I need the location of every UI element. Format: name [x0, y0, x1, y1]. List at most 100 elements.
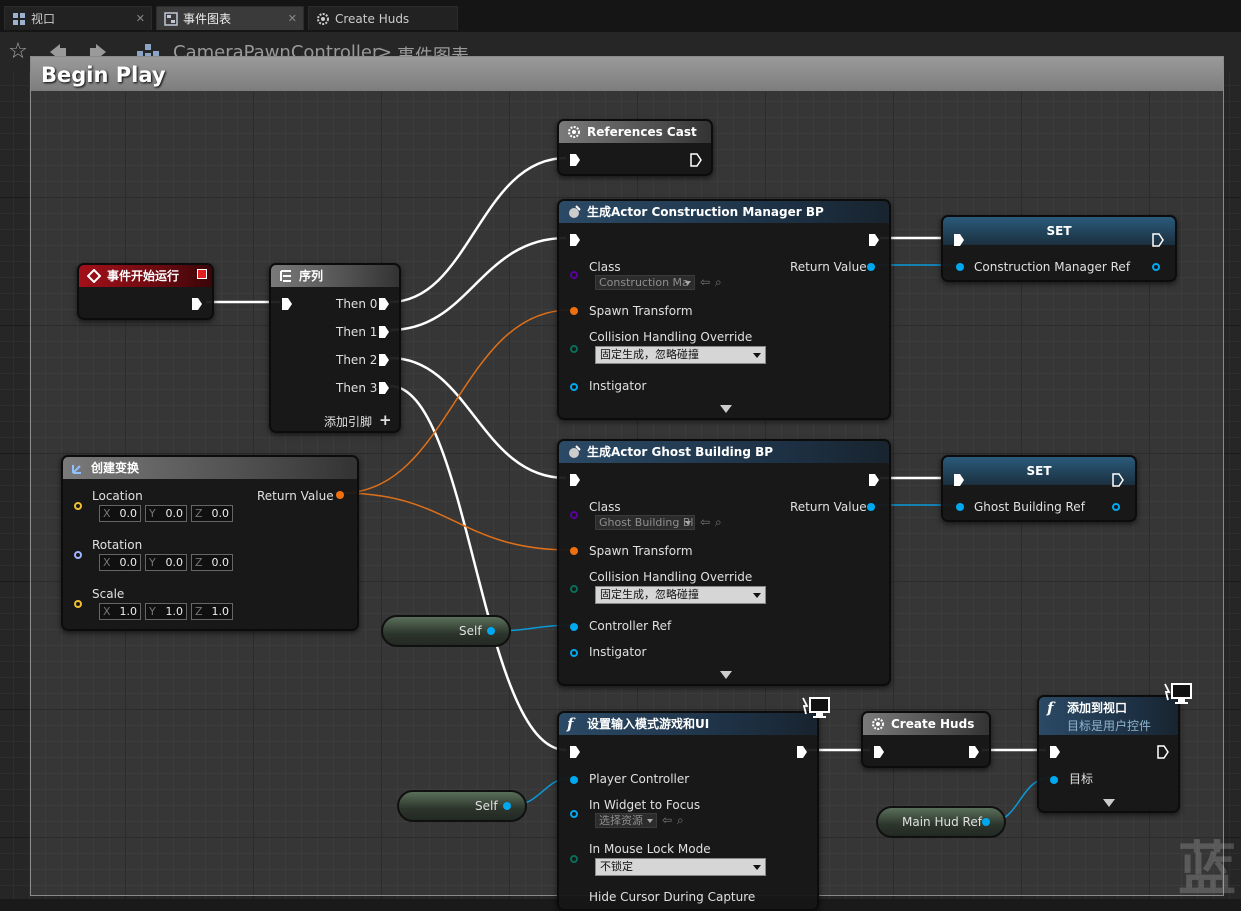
class-pin[interactable] [570, 511, 578, 519]
class-selector[interactable]: Construction Ma [595, 275, 695, 290]
exec-out-pin[interactable] [191, 297, 203, 311]
exec-in-pin[interactable] [569, 233, 581, 247]
self-reference-node[interactable]: Self [397, 790, 527, 822]
exec-in-pin[interactable] [569, 745, 581, 759]
spawn-actor-ghost-building-node[interactable]: 生成Actor Ghost Building BP Class Ghost Bu… [557, 439, 891, 686]
return-value-pin[interactable] [336, 491, 344, 499]
delegate-pin[interactable] [197, 269, 207, 279]
variable-in-pin[interactable] [956, 263, 964, 271]
exec-out-pin[interactable] [868, 233, 880, 247]
plus-icon[interactable]: + [379, 413, 392, 428]
references-cast-node[interactable]: References Cast [557, 119, 713, 176]
exec-in-pin[interactable] [953, 233, 965, 247]
exec-in-pin[interactable] [1049, 745, 1061, 759]
scale-z-value: 1.0 [211, 605, 230, 618]
tab-event-graph[interactable]: 事件图表 ✕ [156, 6, 304, 30]
close-icon[interactable]: ✕ [136, 7, 145, 31]
return-value-pin[interactable] [867, 503, 875, 511]
exec-out-pin[interactable] [1112, 473, 1124, 487]
exec-out-pin[interactable] [796, 745, 808, 759]
scale-z-field[interactable]: Z 1.0 [191, 603, 233, 620]
collision-dropdown[interactable]: 固定生成，忽略碰撞 [595, 586, 766, 604]
axis-label: Z [195, 556, 203, 569]
location-y-field[interactable]: Y 0.0 [145, 505, 187, 522]
location-pin[interactable] [74, 502, 82, 510]
variable-out-pin[interactable] [1152, 263, 1160, 271]
exec-in-pin[interactable] [281, 297, 293, 311]
set-construction-manager-ref-node[interactable]: SET Construction Manager Ref [941, 215, 1177, 282]
variable-out-pin[interactable] [1112, 503, 1120, 511]
spawn-transform-pin[interactable] [570, 547, 578, 555]
instigator-pin[interactable] [570, 383, 578, 391]
main-hud-ref-out-pin[interactable] [982, 818, 990, 826]
make-transform-node[interactable]: 创建变换 Return Value Location X 0.0 Y 0.0 Z 0.… [61, 455, 359, 631]
exec-out-pin[interactable] [868, 473, 880, 487]
class-pin[interactable] [570, 271, 578, 279]
exec-out-pin[interactable] [1157, 745, 1169, 759]
scale-x-field[interactable]: X 1.0 [99, 603, 141, 620]
player-controller-pin[interactable] [570, 776, 578, 784]
spawn-transform-pin[interactable] [570, 307, 578, 315]
mouse-lock-pin[interactable] [570, 855, 578, 863]
set-ghost-building-ref-node[interactable]: SET Ghost Building Ref [941, 455, 1137, 522]
widget-focus-pin[interactable] [570, 810, 578, 818]
rotation-x-field[interactable]: X 0.0 [99, 554, 141, 571]
add-to-viewport-node[interactable]: f 添加到视口 目标是用户控件 目标 [1037, 695, 1180, 813]
create-huds-node[interactable]: Create Huds [861, 711, 991, 768]
rotation-y-field[interactable]: Y 0.0 [145, 554, 187, 571]
exec-in-pin[interactable] [569, 153, 581, 167]
controller-ref-pin[interactable] [570, 623, 578, 631]
instigator-pin[interactable] [570, 649, 578, 657]
event-begin-play-node[interactable]: 事件开始运行 [77, 263, 214, 320]
self-out-pin[interactable] [487, 627, 495, 635]
collision-dropdown[interactable]: 固定生成，忽略碰撞 [595, 346, 766, 364]
exec-out-pin[interactable] [378, 381, 390, 395]
exec-out-pin[interactable] [690, 153, 702, 167]
expand-advanced-icon[interactable] [1103, 799, 1115, 807]
target-pin[interactable] [1050, 776, 1058, 784]
use-selected-arrow-icon[interactable]: ⇦ [662, 813, 672, 827]
node-title: 创建变换 [91, 461, 140, 475]
comment-title-bar[interactable]: Begin Play [31, 57, 1223, 91]
use-selected-arrow-icon[interactable]: ⇦ [700, 275, 710, 289]
class-selector[interactable]: Ghost Building Bl [595, 515, 695, 530]
exec-out-pin[interactable] [378, 353, 390, 367]
browse-search-icon[interactable]: ⌕ [715, 515, 722, 529]
exec-in-pin[interactable] [873, 745, 885, 759]
scale-y-field[interactable]: Y 1.0 [145, 603, 187, 620]
set-input-mode-game-and-ui-node[interactable]: f 设置输入模式游戏和UI Player Controller In Widge… [557, 711, 819, 911]
expand-advanced-icon[interactable] [720, 405, 732, 413]
expand-advanced-icon[interactable] [720, 671, 732, 679]
rotation-z-field[interactable]: Z 0.0 [191, 554, 233, 571]
spawn-actor-construction-manager-node[interactable]: 生成Actor Construction Manager BP Class Co… [557, 199, 891, 420]
exec-out-pin[interactable] [968, 745, 980, 759]
exec-out-pin[interactable] [378, 297, 390, 311]
add-pin-label[interactable]: 添加引脚 [324, 415, 372, 429]
variable-in-pin[interactable] [956, 503, 964, 511]
scale-pin[interactable] [74, 600, 82, 608]
collision-pin[interactable] [570, 585, 578, 593]
rotation-pin[interactable] [74, 551, 82, 559]
collision-pin[interactable] [570, 345, 578, 353]
close-icon[interactable]: ✕ [288, 7, 297, 31]
sequence-node[interactable]: 序列 Then 0 Then 1 Then 2 Then 3 添加引脚 + [269, 263, 401, 433]
exec-in-pin[interactable] [569, 473, 581, 487]
widget-selector[interactable]: 选择资源 [595, 813, 657, 828]
exec-in-pin[interactable] [953, 473, 965, 487]
tab-viewport[interactable]: 视口 ✕ [4, 6, 152, 30]
self-out-pin[interactable] [503, 802, 511, 810]
exec-out-pin[interactable] [378, 325, 390, 339]
location-x-field[interactable]: X 0.0 [99, 505, 141, 522]
location-z-field[interactable]: Z 0.0 [191, 505, 233, 522]
main-hud-ref-node[interactable]: Main Hud Ref [876, 806, 1006, 838]
browse-search-icon[interactable]: ⌕ [715, 275, 722, 289]
use-selected-arrow-icon[interactable]: ⇦ [700, 515, 710, 529]
exec-out-pin[interactable] [1152, 233, 1164, 247]
tab-create-huds[interactable]: Create Huds [308, 6, 458, 30]
mouse-lock-dropdown[interactable]: 不锁定 [595, 858, 766, 876]
self-reference-node[interactable]: Self [381, 615, 511, 647]
favorite-star-icon[interactable]: ☆ [4, 38, 32, 66]
browse-search-icon[interactable]: ⌕ [677, 813, 684, 827]
target-label: 目标 [1069, 772, 1094, 786]
return-value-pin[interactable] [867, 263, 875, 271]
